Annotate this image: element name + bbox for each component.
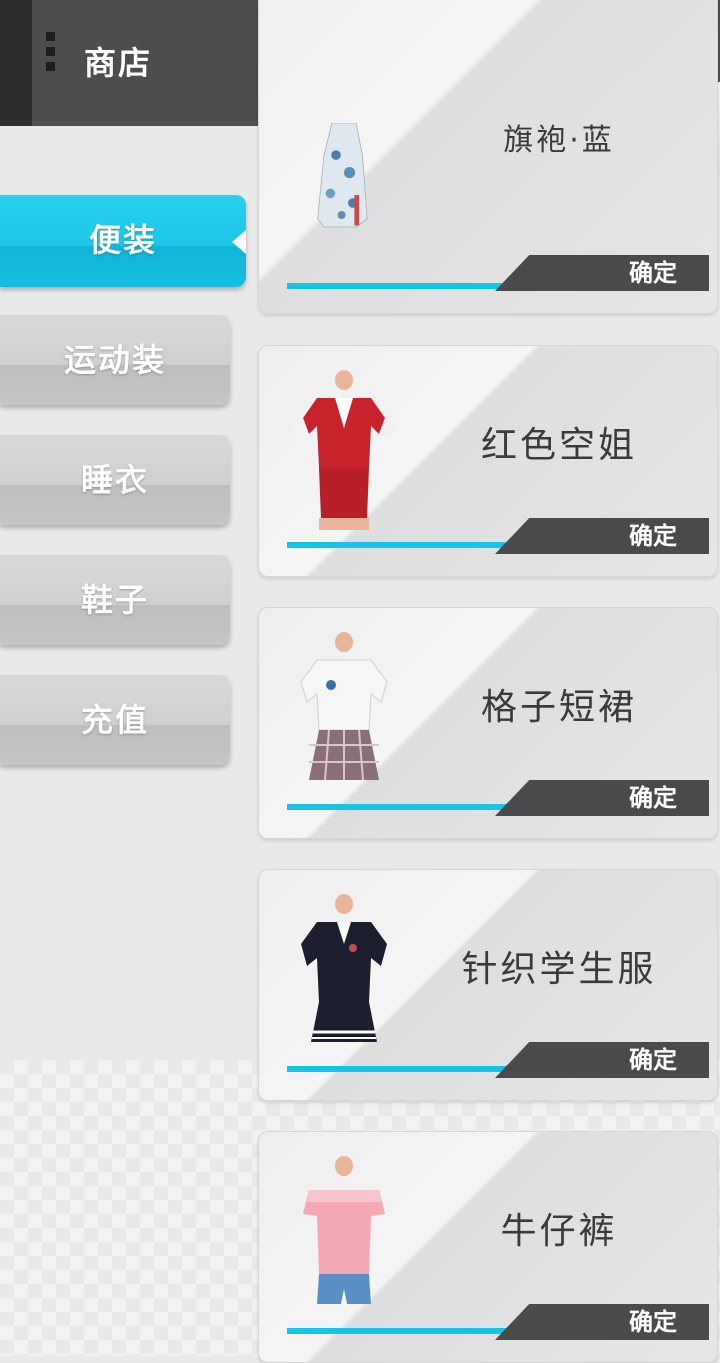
page-title: 商店 <box>84 44 153 82</box>
confirm-button[interactable]: 确定 <box>495 780 709 816</box>
item-name: 牛仔裤 <box>500 1211 618 1252</box>
item-card[interactable]: 针织学生服 确定 <box>258 869 718 1101</box>
item-name: 格子短裙 <box>480 687 637 728</box>
menu-grip-icon[interactable] <box>46 32 55 77</box>
item-progress-bar <box>287 283 517 289</box>
confirm-button[interactable]: 确定 <box>495 1304 709 1340</box>
item-card[interactable]: 格子短裙 确定 <box>258 607 718 839</box>
item-card[interactable]: 红色空姐 确定 <box>258 345 718 577</box>
active-tab-pointer <box>232 230 246 254</box>
denim-outfit-image <box>303 1156 385 1304</box>
item-progress-bar <box>287 1066 517 1072</box>
confirm-button[interactable]: 确定 <box>495 518 709 554</box>
item-card[interactable]: 牛仔裤 确定 <box>258 1131 718 1363</box>
tab-pajamas[interactable]: 睡衣 <box>0 435 230 525</box>
item-progress-bar <box>287 804 517 810</box>
item-card[interactable]: 旗袍·蓝 确定 <box>258 0 718 314</box>
confirm-button[interactable]: 确定 <box>495 1042 709 1078</box>
item-name: 红色空姐 <box>480 425 637 466</box>
red-uniform-image <box>293 370 395 530</box>
item-name: 针织学生服 <box>461 949 657 990</box>
item-name: 旗袍·蓝 <box>503 123 615 158</box>
tab-shoes[interactable]: 鞋子 <box>0 555 230 645</box>
knit-uniform-image <box>301 894 387 1042</box>
plaid-skirt-image <box>300 632 388 781</box>
tab-recharge[interactable]: 充值 <box>0 675 230 765</box>
item-progress-bar <box>287 1328 517 1334</box>
tab-casual[interactable]: 便装 <box>0 195 246 287</box>
qipao-dress-image <box>317 123 368 228</box>
tab-sportswear[interactable]: 运动装 <box>0 315 230 405</box>
confirm-button[interactable]: 确定 <box>495 255 709 291</box>
item-progress-bar <box>287 542 517 548</box>
